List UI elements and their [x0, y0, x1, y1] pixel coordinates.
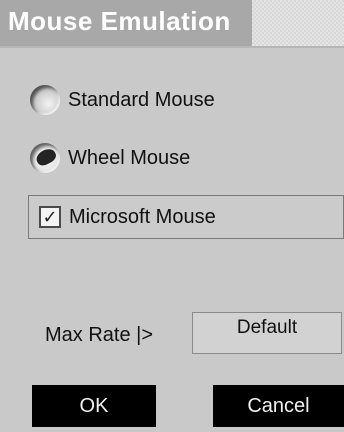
title-bar: Mouse Emulation: [0, 0, 344, 46]
title-chip: Mouse Emulation: [0, 0, 252, 46]
radio-wheel-mouse-label: Wheel Mouse: [68, 146, 191, 169]
ok-button[interactable]: OK: [32, 385, 156, 427]
radio-standard-mouse-label: Standard Mouse: [68, 88, 215, 111]
radio-standard-mouse[interactable]: Standard Mouse: [30, 80, 215, 120]
window-title: Mouse Emulation: [8, 6, 231, 36]
max-rate-default-button[interactable]: Default: [192, 312, 342, 354]
cancel-button[interactable]: Cancel: [213, 385, 344, 427]
title-divider: [0, 46, 344, 48]
radio-wheel-mouse[interactable]: Wheel Mouse: [30, 138, 190, 178]
max-rate-label: Max Rate |>: [45, 324, 154, 346]
checkbox-checked-icon[interactable]: ✓: [39, 206, 61, 228]
radio-unchecked-icon[interactable]: [30, 85, 60, 115]
microsoft-mouse-label: Microsoft Mouse: [69, 205, 216, 228]
radio-checked-icon[interactable]: [30, 143, 60, 173]
microsoft-mouse-checkbox-row[interactable]: ✓ Microsoft Mouse: [28, 195, 344, 239]
